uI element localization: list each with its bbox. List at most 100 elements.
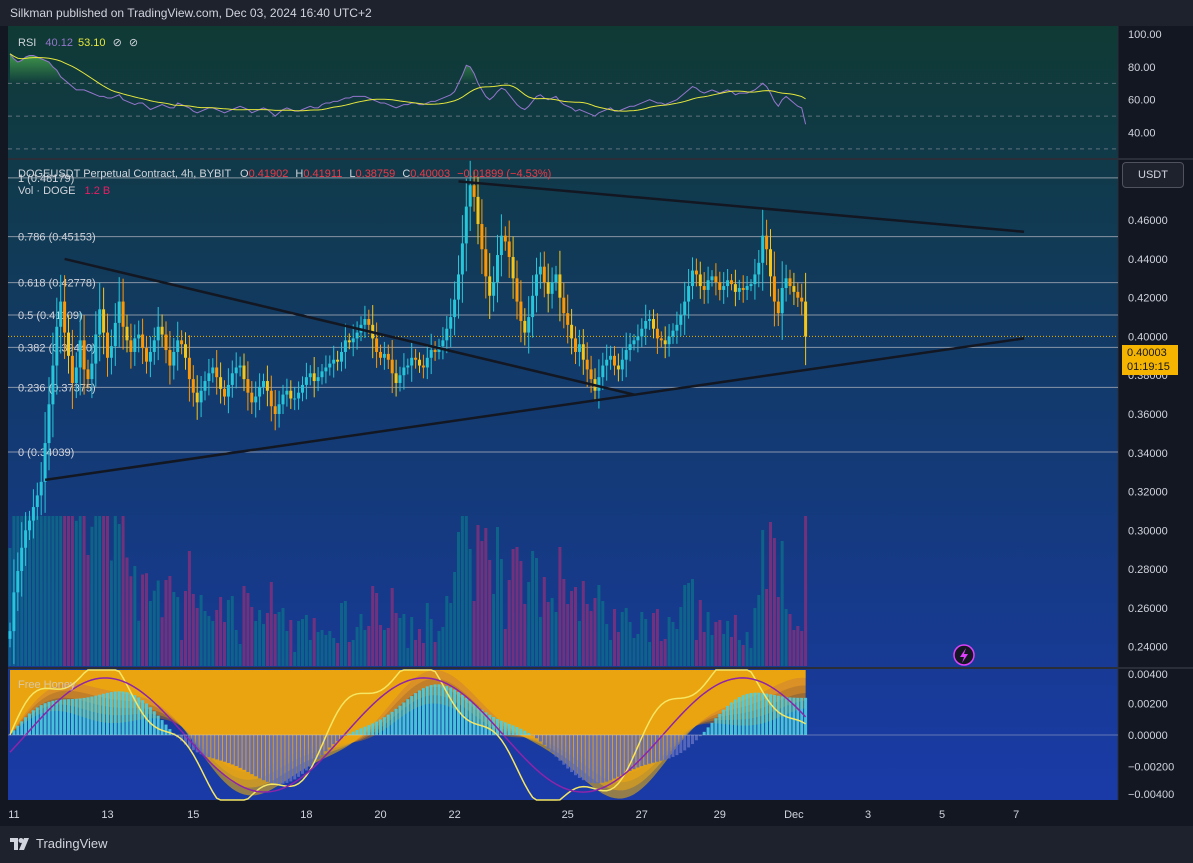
candle-body[interactable] bbox=[289, 390, 293, 399]
oscillator-legend[interactable]: Free Honey bbox=[18, 679, 75, 691]
candle-body[interactable] bbox=[273, 406, 277, 414]
candle-body[interactable] bbox=[90, 363, 94, 380]
candle-body[interactable] bbox=[406, 365, 410, 368]
candle-body[interactable] bbox=[601, 365, 605, 378]
candle-body[interactable] bbox=[691, 270, 694, 287]
candle-body[interactable] bbox=[145, 348, 148, 362]
candle-body[interactable] bbox=[445, 328, 449, 341]
candle-body[interactable] bbox=[394, 373, 398, 383]
candle-body[interactable] bbox=[199, 390, 203, 403]
candle-body[interactable] bbox=[683, 301, 687, 316]
candle-body[interactable] bbox=[745, 286, 749, 290]
candle-body[interactable] bbox=[667, 336, 671, 345]
candle-body[interactable] bbox=[320, 371, 324, 378]
candle-body[interactable] bbox=[421, 365, 425, 368]
candle-body[interactable] bbox=[164, 334, 168, 351]
candle-body[interactable] bbox=[109, 346, 113, 358]
candle-body[interactable] bbox=[694, 270, 698, 275]
candle-body[interactable] bbox=[148, 351, 152, 362]
candle-body[interactable] bbox=[402, 367, 406, 376]
candle-body[interactable] bbox=[281, 394, 285, 405]
candle-body[interactable] bbox=[168, 350, 172, 366]
candle-body[interactable] bbox=[519, 301, 523, 321]
candle-body[interactable] bbox=[726, 280, 730, 287]
candle-body[interactable] bbox=[609, 355, 613, 360]
candle-body[interactable] bbox=[796, 291, 800, 298]
candle-body[interactable] bbox=[51, 365, 55, 405]
candle-body[interactable] bbox=[285, 390, 289, 395]
candle-body[interactable] bbox=[761, 235, 765, 263]
candle-body[interactable] bbox=[671, 330, 675, 337]
candle-body[interactable] bbox=[492, 282, 496, 296]
candle-body[interactable] bbox=[566, 313, 570, 325]
candle-body[interactable] bbox=[624, 350, 628, 360]
candle-body[interactable] bbox=[453, 299, 457, 318]
candle-body[interactable] bbox=[733, 284, 737, 292]
candle-body[interactable] bbox=[172, 351, 176, 366]
candle-body[interactable] bbox=[640, 328, 644, 337]
candle-body[interactable] bbox=[449, 317, 453, 329]
candle-body[interactable] bbox=[429, 350, 433, 358]
candle-body[interactable] bbox=[523, 320, 527, 333]
candle-body[interactable] bbox=[347, 340, 351, 343]
candle-body[interactable] bbox=[613, 355, 616, 366]
candle-body[interactable] bbox=[652, 319, 655, 329]
candle-body[interactable] bbox=[737, 288, 741, 292]
candle-body[interactable] bbox=[515, 278, 519, 302]
candle-body[interactable] bbox=[211, 367, 215, 374]
candle-body[interactable] bbox=[215, 367, 219, 378]
candle-body[interactable] bbox=[503, 235, 507, 242]
candle-body[interactable] bbox=[59, 301, 63, 327]
candle-body[interactable] bbox=[43, 443, 47, 482]
candle-body[interactable] bbox=[375, 338, 379, 352]
candle-body[interactable] bbox=[480, 224, 484, 250]
candle-body[interactable] bbox=[262, 381, 265, 387]
candle-body[interactable] bbox=[160, 326, 164, 335]
symbol-legend[interactable]: DOGEUSDT Perpetual Contract, 4h, BYBIT O… bbox=[18, 168, 551, 180]
candle-body[interactable] bbox=[769, 249, 772, 277]
candle-body[interactable] bbox=[67, 332, 70, 356]
candle-body[interactable] bbox=[308, 373, 312, 378]
candle-body[interactable] bbox=[644, 320, 648, 329]
candle-body[interactable] bbox=[577, 344, 581, 352]
candle-body[interactable] bbox=[277, 404, 281, 414]
candle-body[interactable] bbox=[749, 284, 753, 287]
candle-body[interactable] bbox=[355, 332, 359, 339]
candle-body[interactable] bbox=[398, 375, 402, 383]
candle-body[interactable] bbox=[585, 359, 589, 370]
candle-body[interactable] bbox=[780, 288, 784, 314]
chart-canvas[interactable]: 1 (0.48179)0.786 (0.45153)0.618 (0.42778… bbox=[0, 26, 1193, 826]
candle-body[interactable] bbox=[476, 196, 480, 225]
candle-body[interactable] bbox=[70, 355, 74, 383]
candle-body[interactable] bbox=[687, 286, 691, 302]
candle-body[interactable] bbox=[648, 319, 652, 321]
candle-body[interactable] bbox=[527, 317, 531, 333]
candle-body[interactable] bbox=[223, 388, 226, 397]
candle-body[interactable] bbox=[788, 278, 792, 287]
candle-body[interactable] bbox=[772, 276, 776, 302]
candle-body[interactable] bbox=[410, 357, 414, 366]
candle-body[interactable] bbox=[570, 324, 574, 339]
candle-body[interactable] bbox=[488, 276, 492, 296]
candle-body[interactable] bbox=[706, 280, 710, 290]
candle-body[interactable] bbox=[8, 631, 12, 639]
candle-body[interactable] bbox=[425, 357, 429, 368]
candle-body[interactable] bbox=[16, 571, 20, 593]
candle-body[interactable] bbox=[730, 280, 733, 285]
candle-body[interactable] bbox=[55, 326, 59, 366]
candle-body[interactable] bbox=[324, 367, 328, 372]
candle-body[interactable] bbox=[316, 377, 320, 382]
currency-button[interactable]: USDT bbox=[1122, 162, 1184, 188]
candle-body[interactable] bbox=[753, 274, 757, 285]
candle-body[interactable] bbox=[234, 367, 238, 374]
candle-body[interactable] bbox=[304, 377, 308, 385]
candle-body[interactable] bbox=[675, 324, 679, 331]
candle-body[interactable] bbox=[414, 357, 418, 360]
candle-body[interactable] bbox=[499, 235, 503, 256]
candle-body[interactable] bbox=[242, 365, 246, 380]
candle-body[interactable] bbox=[269, 390, 273, 407]
candle-body[interactable] bbox=[250, 392, 254, 403]
candle-body[interactable] bbox=[589, 369, 593, 380]
candle-body[interactable] bbox=[390, 359, 394, 374]
candle-body[interactable] bbox=[12, 592, 16, 632]
